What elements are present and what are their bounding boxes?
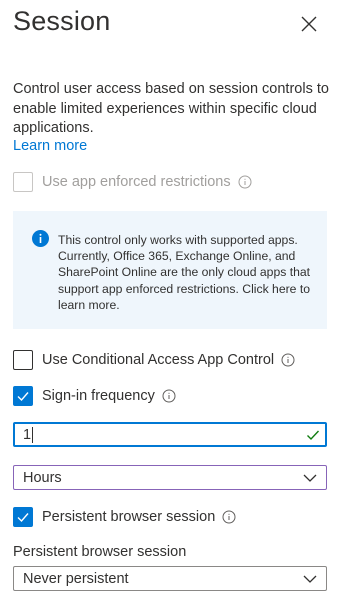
conditional-access-label: Use Conditional Access App Control [42, 352, 275, 368]
chevron-down-icon [303, 474, 317, 482]
valid-check-icon [307, 430, 320, 441]
info-message-bar[interactable]: This control only works with supported a… [13, 211, 327, 329]
learn-more-link[interactable]: Learn more [13, 138, 87, 154]
app-enforced-row: Use app enforced restrictions [13, 171, 252, 193]
checkmark-icon [17, 513, 29, 523]
persistent-session-checkbox[interactable] [13, 507, 33, 527]
info-message-text: This control only works with supported a… [58, 233, 311, 312]
persistent-session-row: Persistent browser session [13, 506, 236, 528]
sign-in-frequency-label: Sign-in frequency [42, 388, 155, 404]
info-icon[interactable] [222, 510, 236, 524]
chevron-down-icon [303, 575, 317, 583]
conditional-access-row: Use Conditional Access App Control [13, 349, 295, 371]
persistent-session-field-label: Persistent browser session [13, 544, 187, 560]
conditional-access-checkbox[interactable] [13, 350, 33, 370]
text-caret [32, 427, 33, 443]
app-enforced-label: Use app enforced restrictions [42, 174, 231, 190]
info-filled-icon [32, 230, 49, 247]
description-text: Control user access based on session con… [13, 81, 329, 136]
close-icon [301, 16, 317, 32]
app-enforced-checkbox[interactable] [13, 172, 33, 192]
sign-in-frequency-input-wrapper [13, 422, 327, 447]
persistent-session-value: Never persistent [23, 570, 129, 587]
persistent-session-dropdown[interactable]: Never persistent [13, 566, 327, 591]
frequency-unit-dropdown[interactable]: Hours [13, 465, 327, 490]
sign-in-frequency-input[interactable] [15, 424, 285, 445]
persistent-session-label: Persistent browser session [42, 509, 216, 525]
frequency-unit-value: Hours [23, 469, 62, 486]
sign-in-frequency-row: Sign-in frequency [13, 385, 176, 407]
info-icon[interactable] [238, 175, 252, 189]
checkmark-icon [17, 392, 29, 402]
sign-in-frequency-checkbox[interactable] [13, 386, 33, 406]
info-icon[interactable] [162, 389, 176, 403]
close-button[interactable] [298, 13, 320, 35]
page-title: Session [13, 6, 111, 36]
info-icon[interactable] [281, 353, 295, 367]
